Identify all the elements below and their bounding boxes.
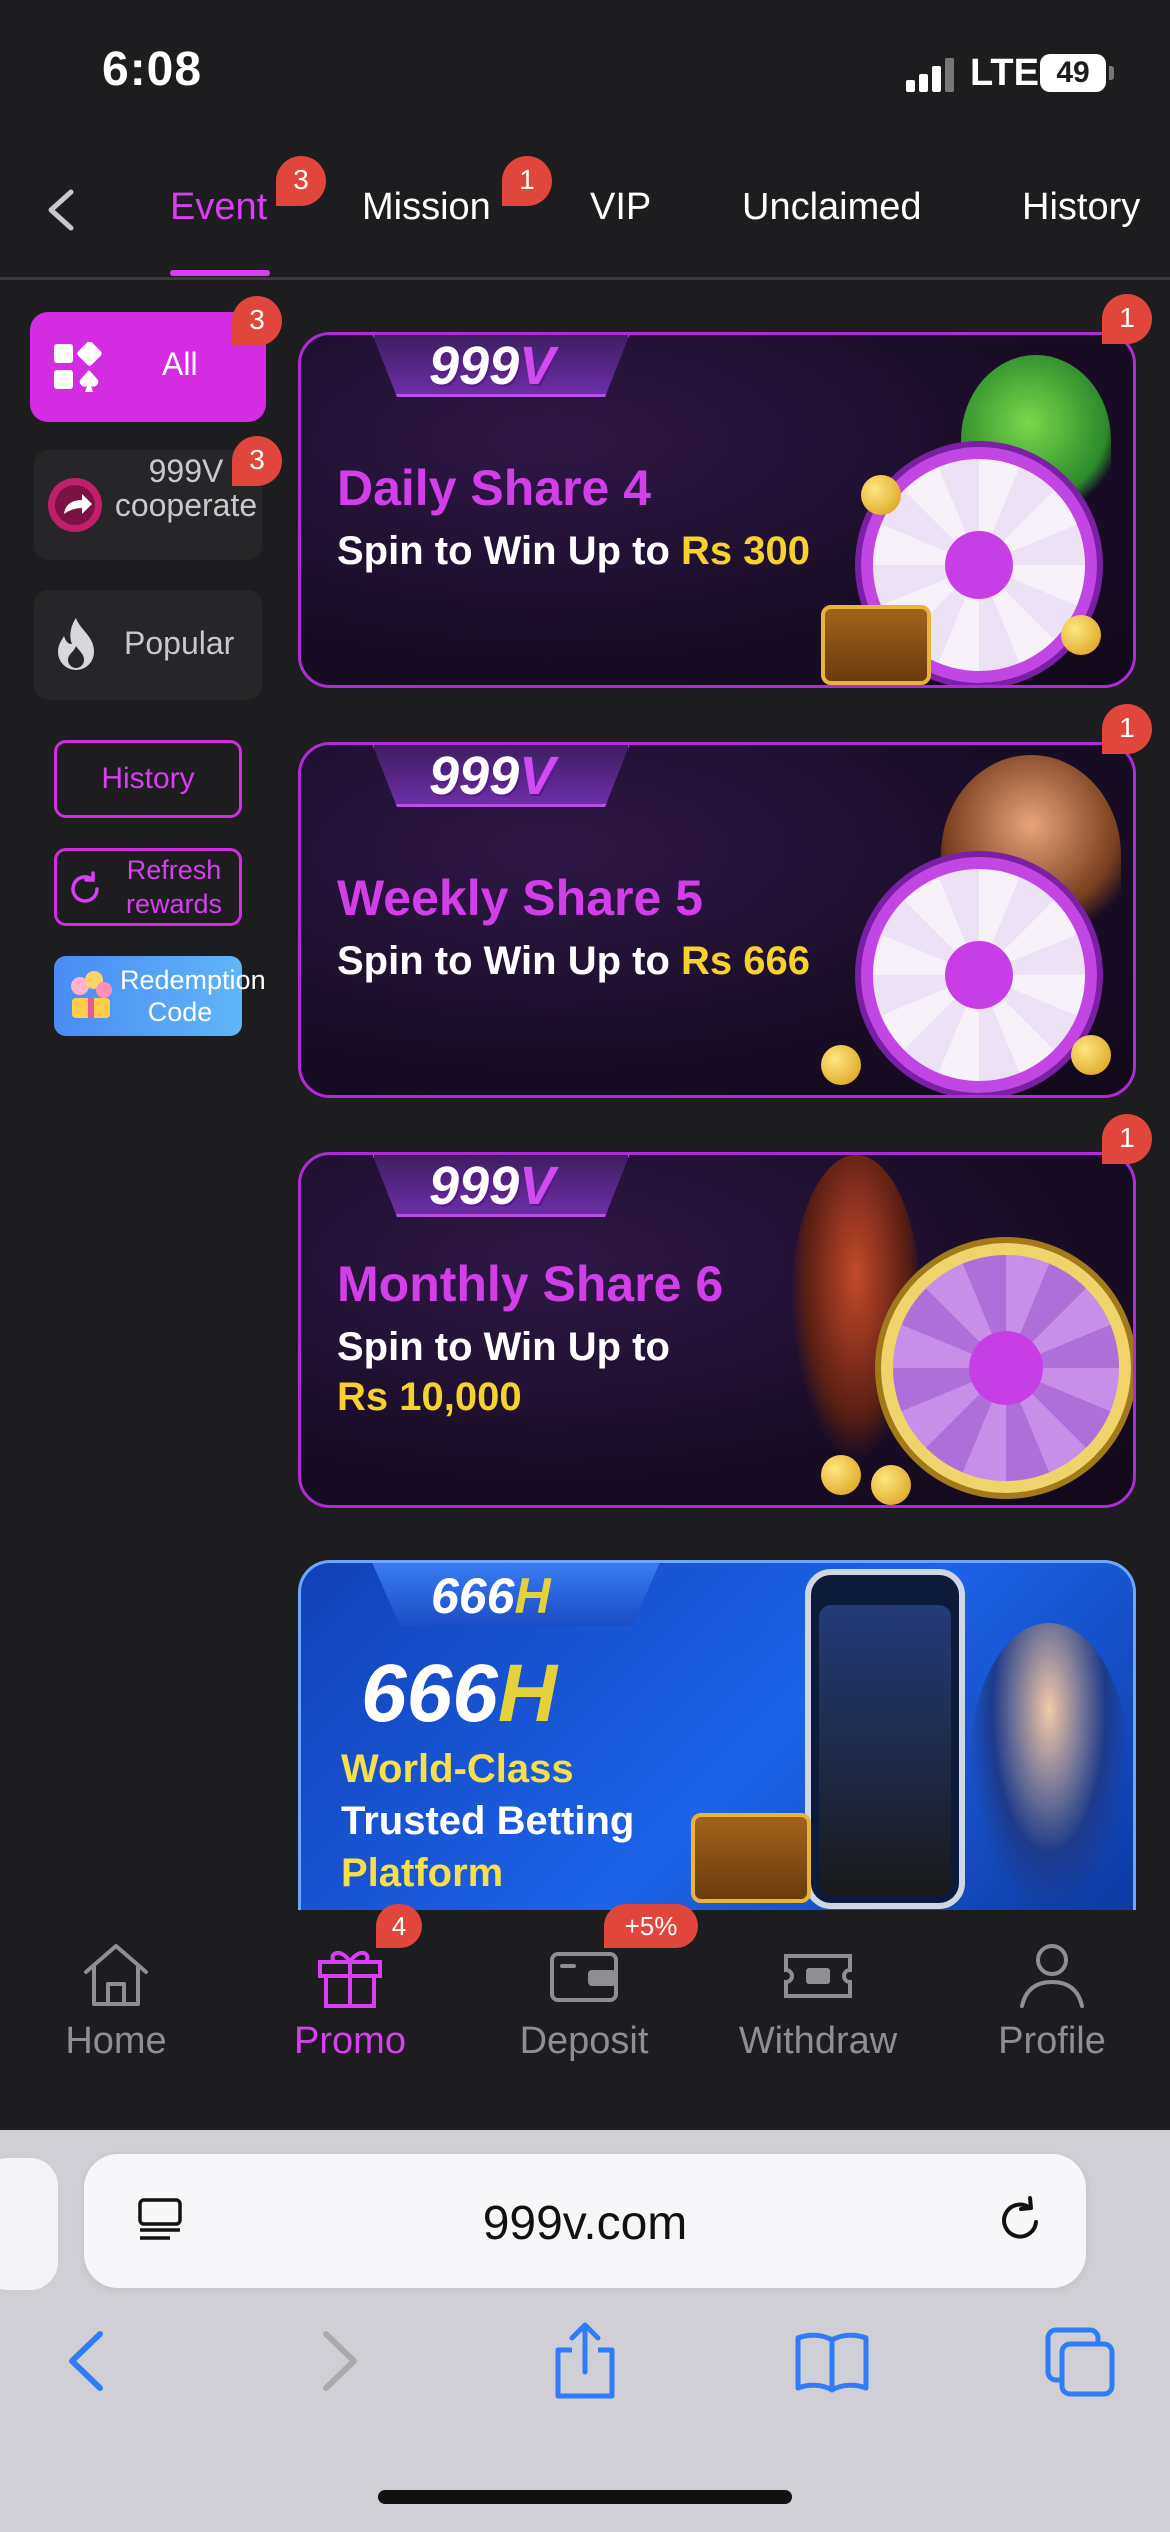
banner-title: Daily Share 4	[337, 460, 652, 516]
tabs-icon[interactable]	[1044, 2326, 1116, 2398]
address-bar[interactable]: 999v.com	[84, 2154, 1086, 2288]
prize-wheel-icon	[861, 857, 1097, 1093]
nav-label: Profile	[998, 2020, 1106, 2062]
nav-label: Withdraw	[738, 2020, 898, 2062]
banner-amount: Rs 10,000	[337, 1375, 522, 1419]
nav-promo[interactable]: Promo	[250, 1910, 450, 2130]
refresh-rewards-label: Refresh rewards	[125, 855, 223, 919]
previous-tab-preview[interactable]	[0, 2158, 58, 2290]
coin-icon	[871, 1465, 911, 1505]
banner-badge: 1	[1102, 704, 1152, 754]
bookmarks-icon[interactable]	[794, 2330, 870, 2394]
phone-mockup-icon	[805, 1569, 965, 1909]
promo-badge: 4	[376, 1904, 422, 1948]
tab-event-badge: 3	[276, 156, 326, 206]
signal-icon	[906, 58, 954, 92]
sidebar-item-all[interactable]: All	[30, 312, 266, 422]
deposit-bonus-badge: +5%	[604, 1904, 698, 1948]
nav-home[interactable]: Home	[16, 1910, 216, 2130]
pilot-illustration	[969, 1623, 1129, 1910]
flower-gift-icon	[71, 971, 112, 1018]
event-banner-daily[interactable]: 999V Daily Share 4 Spin to Win Up to Rs …	[298, 332, 1136, 688]
sidebar-item-cooperate[interactable]: 999V cooperate	[34, 450, 262, 560]
tab-vip[interactable]: VIP	[590, 186, 651, 229]
home-indicator	[378, 2490, 792, 2504]
nav-label: Home	[65, 2020, 167, 2062]
coin-icon	[1071, 1035, 1111, 1075]
tab-mission-badge: 1	[502, 156, 552, 206]
network-label: LTE	[970, 52, 1039, 94]
tab-history[interactable]: History	[1022, 186, 1140, 229]
brand-logo: 999V	[429, 746, 556, 806]
prize-wheel-icon	[881, 1243, 1131, 1493]
coin-icon	[821, 1455, 861, 1495]
forward-arrow-icon[interactable]	[318, 2326, 362, 2396]
active-tab-indicator	[170, 270, 270, 276]
sidebar-cooperate-badge: 3	[232, 436, 282, 486]
top-tab-bar: Event 3 Mission 1 VIP Unclaimed History	[0, 140, 1170, 280]
brand-logo: 999V	[429, 336, 556, 396]
share-icon[interactable]	[552, 2320, 618, 2400]
event-banner-monthly[interactable]: 999V Monthly Share 6 Spin to Win Up to R…	[298, 1152, 1136, 1508]
promo-line-2: Trusted Betting	[341, 1799, 635, 1843]
coin-icon	[1061, 615, 1101, 655]
tab-event[interactable]: Event	[170, 186, 267, 229]
sidebar-all-badge: 3	[232, 296, 282, 346]
banner-subtitle: Spin to Win Up to Rs 666	[337, 939, 810, 983]
tab-mission[interactable]: Mission	[362, 186, 491, 229]
redemption-code-label: Redemption Code	[120, 965, 266, 1027]
home-icon	[84, 1944, 148, 2006]
ticket-icon	[784, 1954, 852, 1998]
battery-icon: 49	[1040, 54, 1114, 92]
banner-subtitle: Spin to Win Up to	[337, 1325, 670, 1369]
promo-line-3: Platform	[341, 1851, 504, 1895]
fire-icon	[58, 618, 94, 670]
nav-label: Deposit	[519, 2020, 649, 2062]
brand-logo-small: 666H	[431, 1568, 551, 1624]
person-icon	[1020, 1944, 1084, 2008]
brand-logo: 666H	[361, 1648, 558, 1739]
bottom-nav: Home Promo 4 Deposit +5% Withdraw Profil…	[0, 1904, 1170, 2130]
nav-withdraw[interactable]: Withdraw	[718, 1910, 918, 2130]
banner-title: Monthly Share 6	[337, 1256, 724, 1312]
event-banner-weekly[interactable]: 999V Weekly Share 5 Spin to Win Up to Rs…	[298, 742, 1136, 1098]
back-arrow-icon[interactable]	[64, 2326, 108, 2396]
browser-toolbar: 999v.com	[0, 2130, 1170, 2532]
banner-badge: 1	[1102, 294, 1152, 344]
status-bar: 6:08 LTE 49	[0, 0, 1170, 140]
refresh-icon	[71, 871, 99, 903]
category-grid-icon	[54, 342, 102, 392]
promo-line-1: World-Class	[341, 1747, 574, 1791]
status-time: 6:08	[102, 43, 203, 96]
coin-icon	[821, 1045, 861, 1085]
back-button[interactable]	[30, 180, 90, 240]
banner-badge: 1	[1102, 1114, 1152, 1164]
redemption-code-button[interactable]: Redemption Code	[54, 956, 266, 1036]
promo-banner-666h[interactable]: 666H 666H World-Class Trusted Betting Pl…	[298, 1560, 1136, 1910]
reload-icon[interactable]	[994, 2194, 1046, 2246]
url-text: 999v.com	[482, 2197, 688, 2250]
sidebar-item-label: Popular	[124, 625, 235, 661]
brand-logo: 999V	[429, 1156, 556, 1216]
sidebar-item-label: All	[162, 346, 198, 382]
tab-unclaimed[interactable]: Unclaimed	[742, 186, 922, 229]
nav-label: Promo	[294, 2020, 406, 2062]
nav-profile[interactable]: Profile	[952, 1910, 1152, 2130]
history-button[interactable]: History	[54, 740, 242, 818]
chevron-left-icon	[48, 189, 74, 231]
sidebar-item-popular[interactable]: Popular	[34, 590, 262, 700]
refresh-rewards-button[interactable]: Refresh rewards	[54, 848, 242, 926]
coin-icon	[861, 475, 901, 515]
treasure-chest-icon	[821, 605, 931, 685]
treasure-chest-icon	[691, 1813, 811, 1903]
share-arrow-icon	[48, 478, 102, 532]
banner-title: Weekly Share 5	[337, 870, 703, 926]
banner-subtitle: Spin to Win Up to Rs 300	[337, 529, 810, 573]
